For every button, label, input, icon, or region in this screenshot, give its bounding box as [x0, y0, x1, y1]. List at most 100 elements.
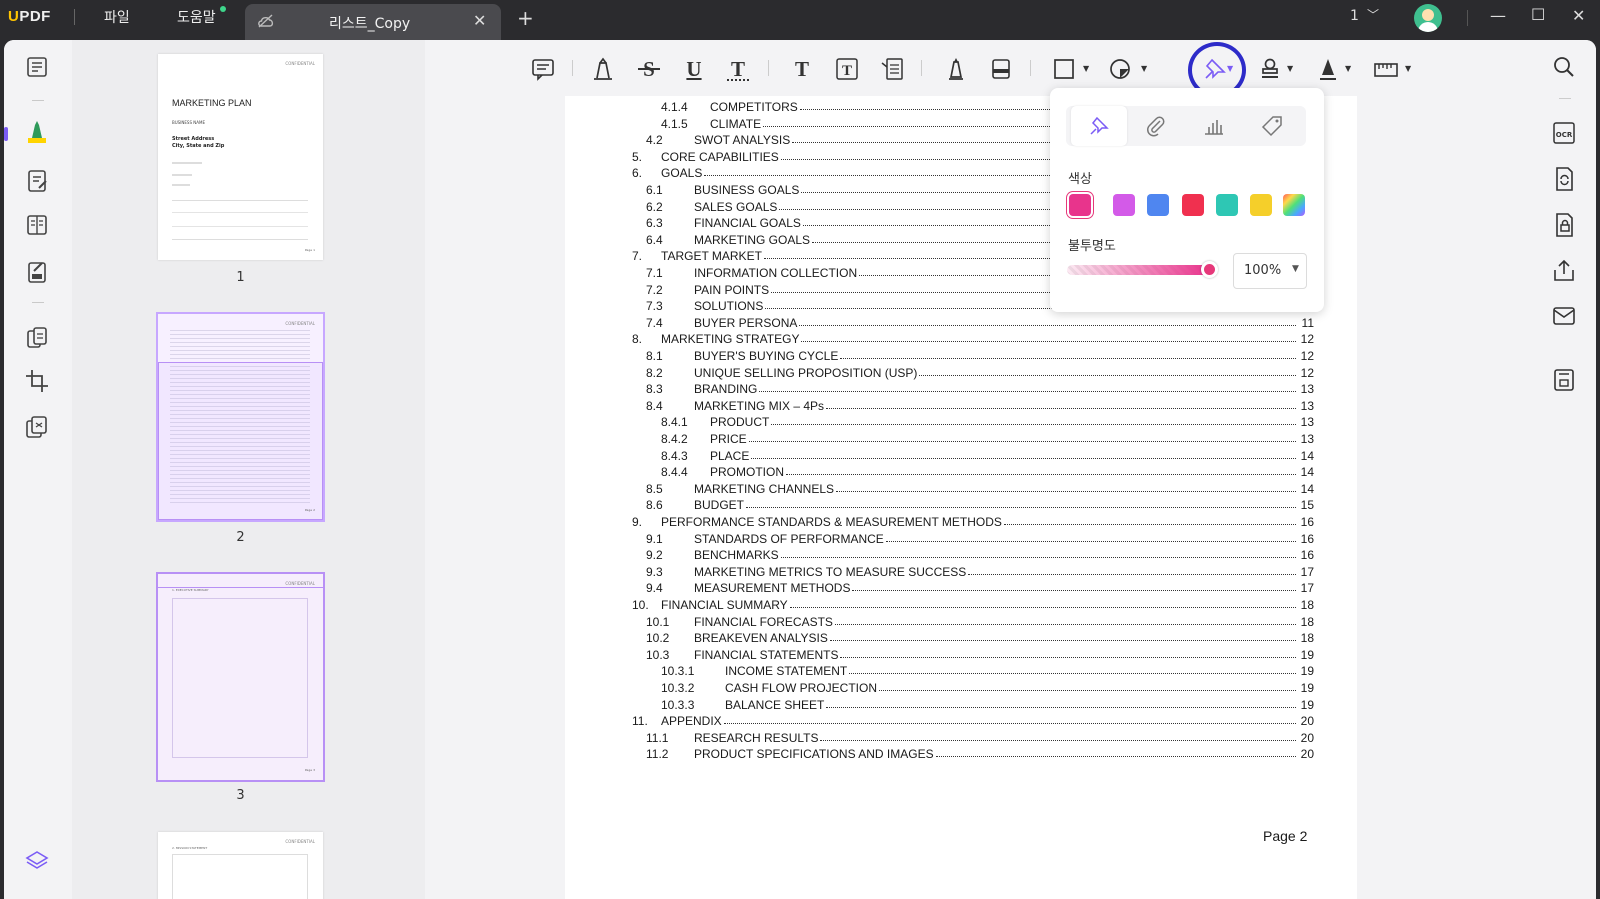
document-tab[interactable]: 리스트_Copy ✕	[245, 4, 501, 40]
chevron-down-icon[interactable]: ▼	[1405, 64, 1411, 73]
chevron-down-icon[interactable]: ﹀	[1367, 6, 1379, 23]
area-highlight-icon[interactable]	[1106, 54, 1136, 84]
tab-tag[interactable]	[1244, 106, 1300, 146]
page-thumbnail[interactable]: CONFIDENTIAL 1. EXECUTIVE SUMMARY Page 3	[158, 574, 323, 780]
toc-entry[interactable]: 8.4 MARKETING MIX – 4Ps 13	[565, 399, 1357, 415]
menu-file[interactable]: 파일	[104, 7, 130, 27]
color-swatch[interactable]	[1113, 194, 1135, 216]
search-icon[interactable]	[1549, 52, 1579, 82]
protect-icon[interactable]	[22, 412, 52, 442]
maximize-icon[interactable]: ☐	[1531, 5, 1545, 24]
toc-entry[interactable]: 10.3.2 CASH FLOW PROJECTION 19	[565, 681, 1357, 697]
toc-entry[interactable]: 10.2 BREAKEVEN ANALYSIS 18	[565, 631, 1357, 647]
share-icon[interactable]	[1549, 256, 1579, 286]
toc-entry[interactable]: 8.4.4 PROMOTION 14	[565, 465, 1357, 481]
tab-chart[interactable]	[1186, 106, 1242, 146]
underline-icon[interactable]: U	[679, 54, 709, 84]
page-thumbnail[interactable]: CONFIDENTIAL Page 2	[158, 314, 323, 520]
color-swatch[interactable]	[1250, 194, 1272, 216]
color-swatch[interactable]	[1147, 194, 1169, 216]
layers-icon[interactable]	[22, 846, 52, 876]
strikethrough-icon[interactable]: S	[634, 54, 664, 84]
opacity-slider[interactable]	[1067, 265, 1209, 275]
crop-icon[interactable]	[22, 366, 52, 396]
toc-entry[interactable]: 10.1 FINANCIAL FORECASTS 18	[565, 615, 1357, 631]
toc-entry[interactable]: 11.2 PRODUCT SPECIFICATIONS AND IMAGES 20	[565, 747, 1357, 763]
save-icon[interactable]	[1549, 365, 1579, 395]
toc-entry[interactable]: 9.2 BENCHMARKS 16	[565, 548, 1357, 564]
color-picker-swatch[interactable]	[1283, 194, 1305, 216]
color-swatch[interactable]	[1182, 194, 1204, 216]
color-swatch[interactable]	[1069, 194, 1091, 216]
page-indicator[interactable]: 1	[1350, 8, 1359, 24]
toc-entry[interactable]: 9.3 MARKETING METRICS TO MEASURE SUCCESS 1…	[565, 565, 1357, 581]
reader-mode-icon[interactable]	[22, 52, 52, 82]
toc-entry[interactable]: 10. FINANCIAL SUMMARY 18	[565, 598, 1357, 614]
organize-pages-icon[interactable]	[22, 210, 52, 240]
text-icon[interactable]: T	[787, 54, 817, 84]
toc-entry[interactable]: 8.6 BUDGET 15	[565, 498, 1357, 514]
toc-title: STANDARDS OF PERFORMANCE	[694, 531, 884, 546]
measure-icon[interactable]	[1371, 54, 1401, 84]
comment-icon[interactable]	[528, 54, 558, 84]
toc-entry[interactable]: 8.1 BUYER'S BUYING CYCLE 12	[565, 349, 1357, 365]
toc-number: 8.5	[646, 481, 663, 496]
close-window-icon[interactable]: ✕	[1572, 6, 1585, 25]
protect-pdf-icon[interactable]	[1549, 210, 1579, 240]
chevron-down-icon[interactable]: ▼	[1345, 64, 1351, 73]
toc-entry[interactable]: 8.3 BRANDING 13	[565, 382, 1357, 398]
highlight-icon[interactable]	[588, 54, 618, 84]
sticky-note-icon[interactable]	[1200, 54, 1230, 84]
minimize-icon[interactable]: —	[1490, 6, 1506, 25]
toc-title: GOALS	[661, 166, 703, 181]
menu-help[interactable]: 도움말	[177, 7, 216, 27]
text-callout-icon[interactable]	[877, 54, 907, 84]
chevron-down-icon[interactable]: ▼	[1227, 64, 1233, 73]
tab-attachment[interactable]	[1128, 106, 1184, 146]
toc-entry[interactable]: 7.4 BUYER PERSONA 11	[565, 316, 1357, 332]
squiggly-text-icon[interactable]: T	[723, 54, 753, 84]
pencil-icon[interactable]	[941, 54, 971, 84]
convert-pdf-icon[interactable]	[1549, 164, 1579, 194]
toc-entry[interactable]: 8.4.3 PLACE 14	[565, 449, 1357, 465]
page-thumbnail[interactable]: CONFIDENTIAL MARKETING PLAN BUSINESS NAM…	[158, 54, 323, 260]
toc-entry[interactable]: 9.1 STANDARDS OF PERFORMANCE 16	[565, 532, 1357, 548]
opacity-slider-handle[interactable]	[1201, 261, 1218, 278]
signature-icon[interactable]	[1313, 54, 1343, 84]
chevron-down-icon[interactable]: ▼	[1287, 64, 1293, 73]
toc-page-number: 20	[1300, 714, 1314, 729]
new-tab-button[interactable]: +	[517, 6, 534, 30]
toc-entry[interactable]: 9.4 MEASUREMENT METHODS 17	[565, 581, 1357, 597]
opacity-dropdown[interactable]: 100% ▼	[1233, 253, 1307, 289]
toc-entry[interactable]: 10.3.1 INCOME STATEMENT 19	[565, 664, 1357, 680]
chevron-down-icon[interactable]: ▼	[1141, 64, 1147, 73]
toc-entry[interactable]: 8.4.2 PRICE 13	[565, 432, 1357, 448]
convert-icon[interactable]	[22, 323, 52, 353]
color-swatch[interactable]	[1216, 194, 1238, 216]
form-icon[interactable]	[22, 257, 52, 287]
shape-icon[interactable]	[1049, 54, 1079, 84]
text-box-icon[interactable]: T	[832, 54, 862, 84]
ocr-icon[interactable]: OCR	[1549, 118, 1579, 148]
toc-entry[interactable]: 9. PERFORMANCE STANDARDS & MEASUREMENT ME…	[565, 515, 1357, 531]
tab-pin[interactable]	[1071, 106, 1127, 146]
toc-entry[interactable]: 8. MARKETING STRATEGY 12	[565, 332, 1357, 348]
toc-entry[interactable]: 10.3.3 BALANCE SHEET 19	[565, 698, 1357, 714]
avatar[interactable]	[1414, 4, 1442, 32]
comment-mode-icon[interactable]	[22, 118, 52, 148]
stamp-icon[interactable]	[1255, 54, 1285, 84]
edit-pdf-icon[interactable]	[22, 166, 52, 196]
chevron-down-icon[interactable]: ▼	[1083, 64, 1089, 73]
close-tab-icon[interactable]: ✕	[473, 11, 486, 30]
toc-entry[interactable]: 11. APPENDIX 20	[565, 714, 1357, 730]
toc-title: BREAKEVEN ANALYSIS	[694, 631, 828, 646]
page-thumbnail[interactable]: CONFIDENTIAL 2. MISSION STATEMENT	[158, 832, 323, 899]
toc-entry[interactable]: 8.4.1 PRODUCT 13	[565, 415, 1357, 431]
email-icon[interactable]	[1549, 301, 1579, 331]
toc-entry[interactable]: 10.3 FINANCIAL STATEMENTS 19	[565, 648, 1357, 664]
eraser-icon[interactable]	[986, 54, 1016, 84]
toc-entry[interactable]: 11.1 RESEARCH RESULTS 20	[565, 731, 1357, 747]
toc-entry[interactable]: 8.2 UNIQUE SELLING PROPOSITION (USP) 12	[565, 366, 1357, 382]
toc-title: PROMOTION	[710, 465, 784, 480]
toc-entry[interactable]: 8.5 MARKETING CHANNELS 14	[565, 482, 1357, 498]
